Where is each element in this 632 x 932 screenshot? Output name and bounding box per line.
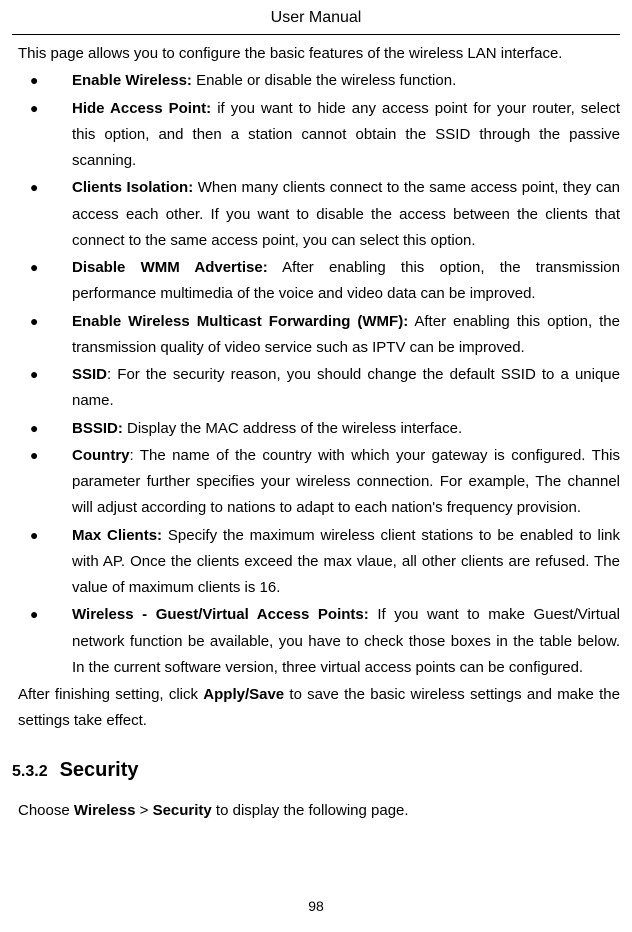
list-item: Disable WMM Advertise: After enabling th… (18, 255, 620, 308)
item-term: Disable WMM Advertise: (72, 259, 268, 276)
nav-wireless: Wireless (74, 802, 136, 819)
item-term: SSID (72, 366, 107, 383)
item-desc: Enable or disable the wireless function. (192, 72, 456, 89)
item-term: Hide Access Point: (72, 100, 211, 117)
list-item: Wireless - Guest/Virtual Access Points: … (18, 602, 620, 681)
section-title: Security (60, 759, 139, 781)
section-number: 5.3.2 (12, 763, 48, 780)
item-term: Enable Wireless Multicast Forwarding (WM… (72, 313, 408, 330)
page-header: User Manual (12, 0, 620, 35)
item-term: Country (72, 447, 130, 464)
list-item: Country: The name of the country with wh… (18, 443, 620, 522)
apply-save-label: Apply/Save (203, 686, 284, 703)
list-item: Enable Wireless Multicast Forwarding (WM… (18, 309, 620, 362)
section-body: Choose Wireless > Security to display th… (12, 798, 620, 824)
item-desc: : For the security reason, you should ch… (72, 366, 620, 409)
section-heading: 5.3.2 Security (12, 753, 620, 788)
item-term: Clients Isolation: (72, 179, 193, 196)
intro-text: This page allows you to configure the ba… (12, 41, 620, 67)
closing-pre: After finishing setting, click (18, 686, 203, 703)
list-item: Hide Access Point: if you want to hide a… (18, 96, 620, 175)
item-term: BSSID: (72, 420, 123, 437)
list-item: Clients Isolation: When many clients con… (18, 175, 620, 254)
list-item: SSID: For the security reason, you shoul… (18, 362, 620, 415)
list-item: Max Clients: Specify the maximum wireles… (18, 523, 620, 602)
item-term: Wireless - Guest/Virtual Access Points: (72, 606, 369, 623)
page-number: 98 (0, 894, 632, 919)
item-desc: Display the MAC address of the wireless … (123, 420, 462, 437)
item-desc: : The name of the country with which you… (72, 447, 620, 517)
feature-list: Enable Wireless: Enable or disable the w… (12, 68, 620, 681)
list-item: BSSID: Display the MAC address of the wi… (18, 416, 620, 442)
nav-sep: > (135, 802, 152, 819)
closing-paragraph: After finishing setting, click Apply/Sav… (12, 682, 620, 735)
item-term: Enable Wireless: (72, 72, 192, 89)
nav-security: Security (153, 802, 212, 819)
list-item: Enable Wireless: Enable or disable the w… (18, 68, 620, 94)
item-term: Max Clients: (72, 527, 162, 544)
nav-pre: Choose (18, 802, 74, 819)
nav-post: to display the following page. (212, 802, 409, 819)
